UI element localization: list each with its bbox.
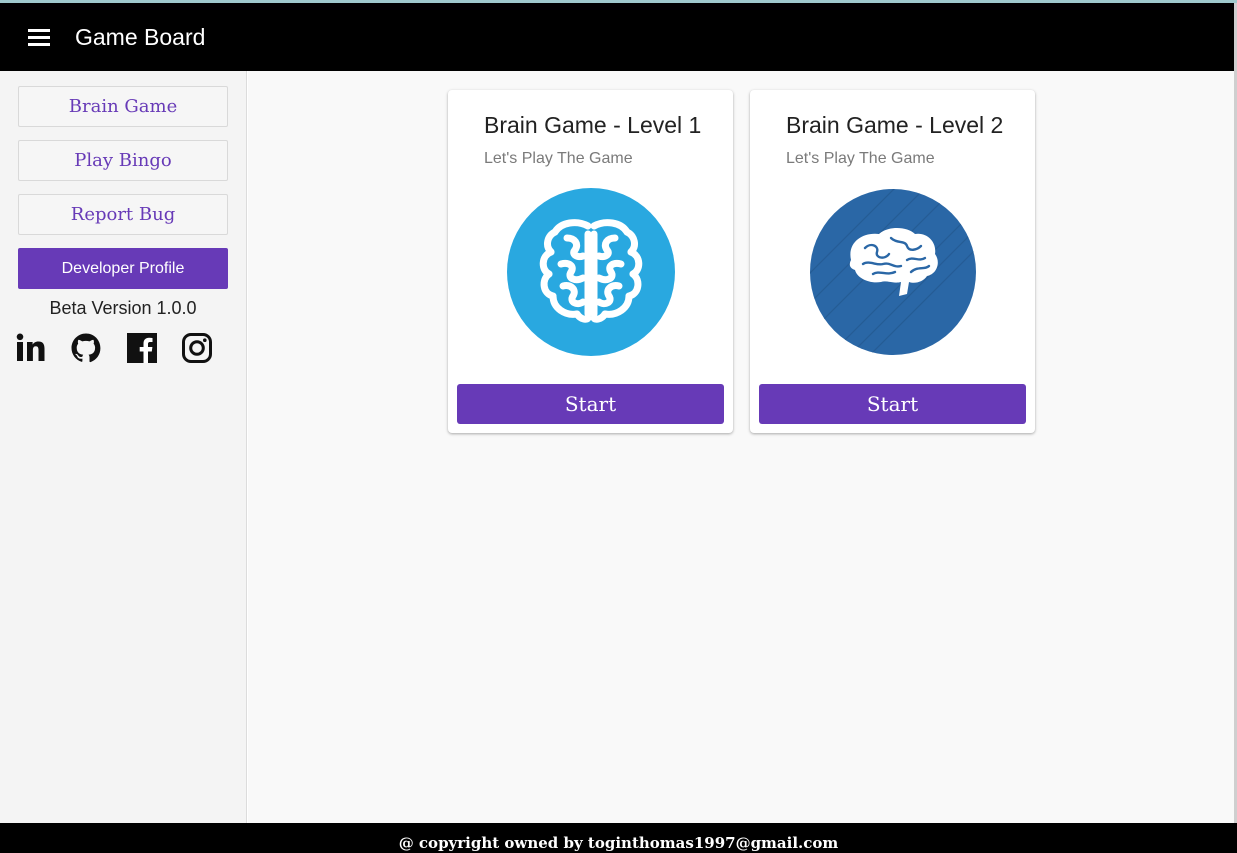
instagram-icon[interactable] (181, 332, 213, 364)
hamburger-menu-icon[interactable] (28, 29, 52, 49)
sidebar-item-play-bingo[interactable]: Play Bingo (18, 140, 228, 181)
card-title: Brain Game - Level 2 (786, 112, 1004, 138)
sidebar: Brain Game Play Bingo Report Bug Develop… (0, 71, 247, 823)
level-2-card: Brain Game - Level 2 Let's Play The Game (750, 90, 1035, 433)
start-button-level-2[interactable]: Start (759, 384, 1026, 424)
brain-top-view-icon (507, 188, 675, 356)
card-subtitle: Let's Play The Game (484, 150, 633, 167)
developer-profile-button[interactable]: Developer Profile (18, 248, 228, 289)
card-subtitle: Let's Play The Game (786, 150, 935, 167)
brain-side-view-icon (810, 189, 976, 355)
main-content: Brain Game - Level 1 Let's Play The Game (248, 71, 1234, 823)
github-icon[interactable] (70, 332, 102, 364)
version-label: Beta Version 1.0.0 (49, 298, 197, 318)
start-button-level-1[interactable]: Start (457, 384, 724, 424)
facebook-icon[interactable] (126, 332, 158, 364)
linkedin-icon[interactable] (15, 332, 47, 364)
sidebar-item-brain-game[interactable]: Brain Game (18, 86, 228, 127)
app-title: Game Board (75, 24, 206, 50)
level-1-card: Brain Game - Level 1 Let's Play The Game (448, 90, 733, 433)
top-app-bar: Game Board (0, 3, 1234, 71)
card-title: Brain Game - Level 1 (484, 112, 702, 138)
footer: @ copyright owned by toginthomas1997@gma… (0, 823, 1237, 853)
sidebar-item-report-bug[interactable]: Report Bug (18, 194, 228, 235)
copyright-text: @ copyright owned by toginthomas1997@gma… (398, 834, 839, 852)
